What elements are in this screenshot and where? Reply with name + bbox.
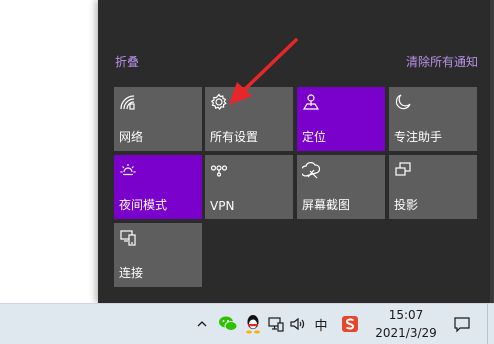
clock-time: 15:07 — [388, 308, 424, 322]
clock-date: 2021/3/29 — [375, 326, 437, 340]
gear-icon — [210, 93, 228, 111]
tile-project[interactable]: 投影 — [389, 155, 477, 219]
tile-vpn[interactable]: VPN — [205, 155, 293, 219]
clear-all-notifications-link[interactable]: 清除所有通知 — [406, 53, 478, 70]
tile-night-mode[interactable]: 夜间模式 — [114, 155, 202, 219]
clock[interactable]: 15:07 2021/3/29 — [368, 306, 444, 342]
taskbar: 中 15:07 2021/3/29 — [0, 303, 494, 344]
tile-label: 连接 — [119, 266, 144, 280]
tile-label: 屏幕截图 — [302, 198, 351, 212]
ime-indicator[interactable]: 中 — [310, 304, 332, 344]
collapse-link[interactable]: 折叠 — [115, 53, 139, 70]
notification-icon[interactable] — [444, 304, 480, 344]
tile-label: 投影 — [394, 198, 419, 212]
chevron-up-icon[interactable] — [193, 304, 211, 344]
vpn-icon — [210, 161, 228, 179]
tile-all-settings[interactable]: 所有设置 — [205, 87, 293, 151]
sun-icon — [119, 161, 137, 179]
sogou-icon[interactable] — [339, 304, 361, 344]
volume-icon[interactable] — [287, 304, 307, 344]
tile-location[interactable]: 定位 — [297, 87, 385, 151]
screenshot-icon — [300, 161, 321, 179]
tile-label: VPN — [210, 199, 235, 213]
network-icon — [119, 93, 137, 111]
location-icon — [302, 93, 320, 111]
moon-icon — [394, 93, 412, 111]
tile-label: 专注助手 — [394, 130, 443, 144]
tile-connect[interactable]: 连接 — [114, 223, 202, 287]
tile-label: 夜间模式 — [119, 198, 168, 212]
project-icon — [394, 161, 412, 179]
tile-label: 定位 — [302, 130, 327, 144]
tile-focus-assist[interactable]: 专注助手 — [389, 87, 477, 151]
show-desktop-button[interactable] — [487, 304, 494, 344]
network-status-icon[interactable] — [265, 304, 287, 344]
tile-label: 网络 — [119, 130, 144, 144]
tile-network[interactable]: 网络 — [114, 87, 202, 151]
qq-icon[interactable] — [242, 304, 264, 344]
wechat-icon[interactable] — [216, 304, 240, 344]
connect-icon — [119, 229, 137, 247]
panel-scrollbar[interactable] — [490, 0, 494, 303]
tile-screenshot[interactable]: 屏幕截图 — [297, 155, 385, 219]
tile-label: 所有设置 — [210, 130, 259, 144]
